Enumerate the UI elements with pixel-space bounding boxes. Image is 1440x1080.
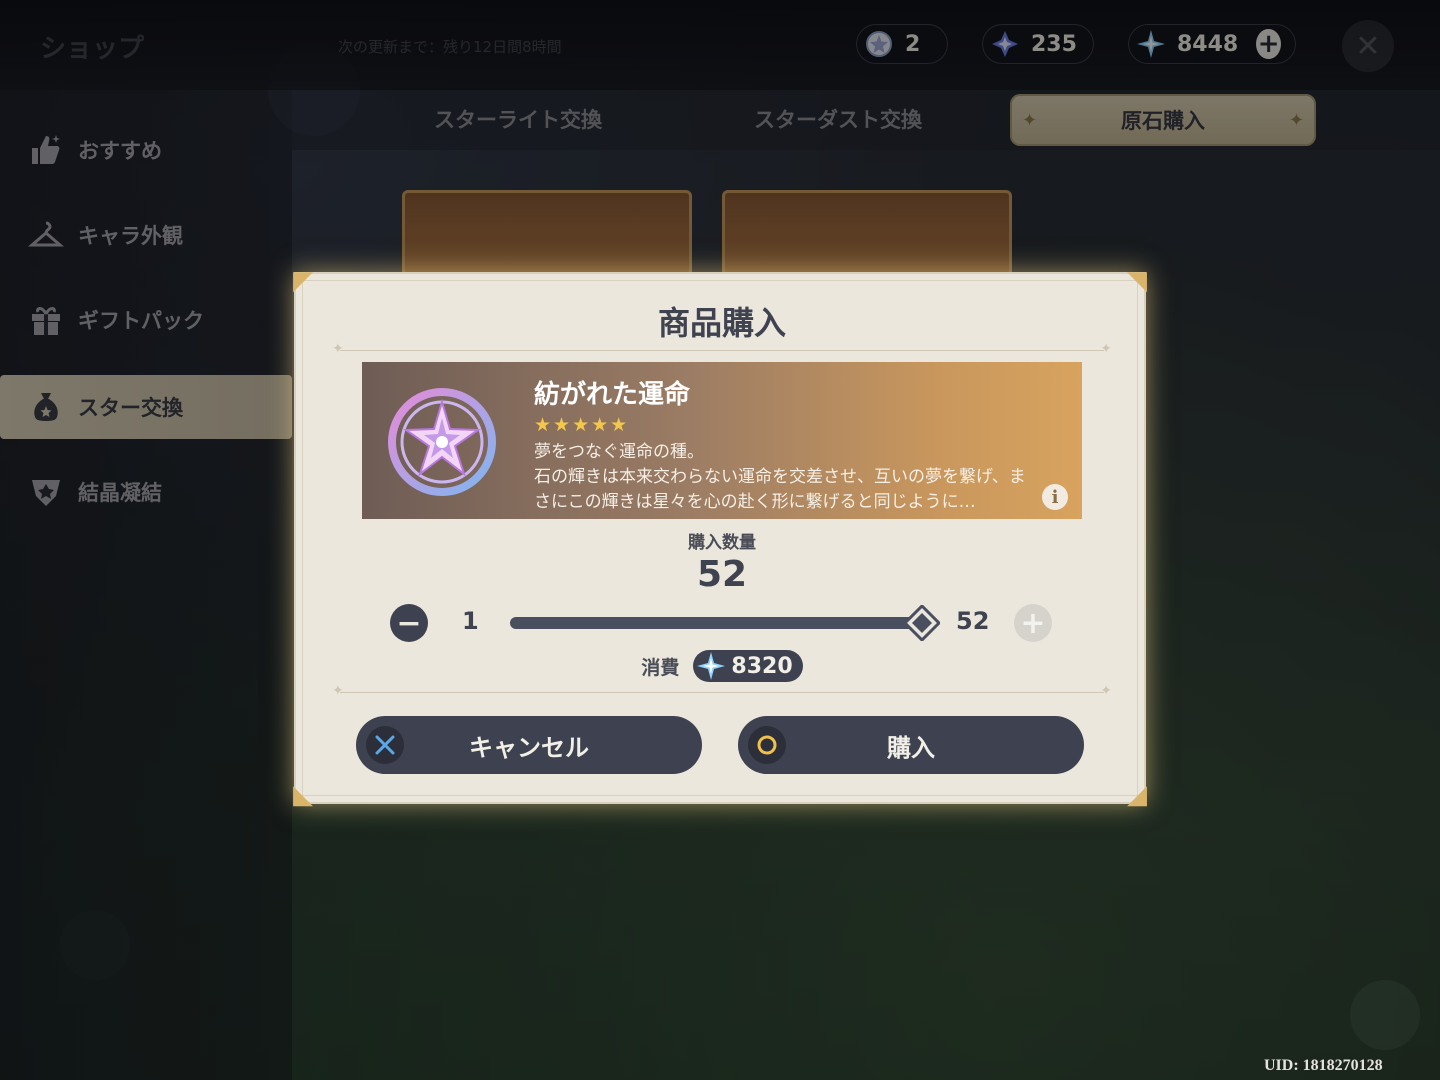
corner-ornament-icon: ◣ bbox=[293, 780, 313, 810]
rarity-stars-icon: ★★★★★ bbox=[534, 414, 630, 436]
decrease-quantity-button[interactable]: − bbox=[390, 604, 428, 642]
item-banner: 紡がれた運命 ★★★★★ 夢をつなぐ運命の種。 石の輝きは本来交わらない運命を交… bbox=[362, 362, 1082, 519]
primogem-icon bbox=[697, 652, 726, 680]
quantity-slider[interactable] bbox=[510, 603, 942, 643]
cost-label: 消費 bbox=[641, 656, 680, 679]
quantity-max: 52 bbox=[956, 607, 990, 635]
purchase-dialog: ◤ ◥ ◣ ◢ 商品購入 ✦ ✦ 紡がれた運命 ★★★★★ 夢をつなぐ運命の種。… bbox=[293, 266, 1148, 810]
cost-pill: 8320 bbox=[693, 650, 803, 682]
quantity-min: 1 bbox=[462, 607, 479, 635]
cost-row: 消費 8320 bbox=[296, 650, 1148, 682]
divider-cap-icon: ✦ bbox=[1100, 683, 1112, 699]
divider-cap-icon: ✦ bbox=[332, 683, 344, 699]
buy-button[interactable]: 購入 bbox=[738, 716, 1084, 774]
corner-ornament-icon: ◢ bbox=[1127, 780, 1147, 810]
uid-label: UID: 1818270128 bbox=[1264, 1057, 1383, 1074]
cancel-button[interactable]: キャンセル bbox=[356, 716, 702, 774]
item-description: 夢をつなぐ運命の種。 石の輝きは本来交わらない運命を交差させ、互いの夢を繋げ、ま… bbox=[534, 442, 1026, 512]
cancel-label: キャンセル bbox=[469, 733, 589, 762]
circle-icon bbox=[748, 726, 786, 764]
slider-handle[interactable] bbox=[902, 603, 942, 643]
corner-ornament-icon: ◤ bbox=[293, 266, 313, 296]
intertwined-fate-icon bbox=[384, 384, 504, 499]
info-icon[interactable]: i bbox=[1042, 484, 1068, 510]
divider-cap-icon: ✦ bbox=[1100, 341, 1112, 357]
buy-label: 購入 bbox=[887, 733, 935, 762]
quantity-label: 購入数量 bbox=[688, 533, 756, 553]
item-name: 紡がれた運命 bbox=[534, 380, 691, 410]
divider: ✦ ✦ bbox=[332, 683, 1112, 699]
corner-ornament-icon: ◥ bbox=[1127, 266, 1147, 296]
quantity-value: 52 bbox=[696, 554, 748, 595]
increase-quantity-button[interactable]: + bbox=[1014, 604, 1052, 642]
cost-value: 8320 bbox=[731, 653, 793, 679]
divider-cap-icon: ✦ bbox=[332, 341, 344, 357]
divider: ✦ ✦ bbox=[332, 341, 1112, 357]
dialog-title: 商品購入 bbox=[657, 304, 786, 342]
slider-fill bbox=[510, 617, 922, 629]
cross-icon bbox=[366, 726, 404, 764]
